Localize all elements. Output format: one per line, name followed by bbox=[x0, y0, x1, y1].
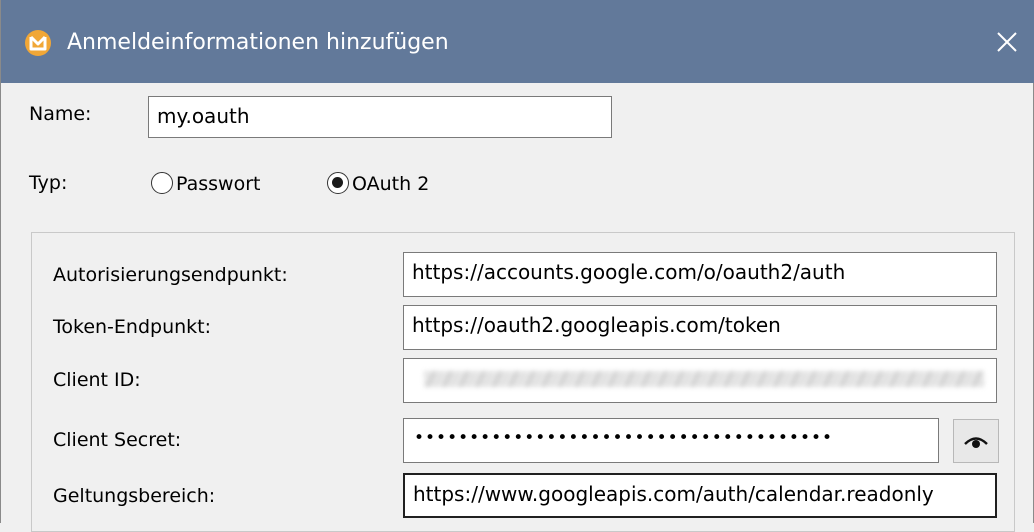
client-secret-input[interactable]: •••••••••••••••••••••••••••••••••••••• bbox=[403, 418, 939, 463]
auth-endpoint-label: Autorisierungsendpunkt: bbox=[53, 264, 288, 286]
show-secret-button[interactable] bbox=[953, 419, 999, 463]
close-button[interactable] bbox=[987, 22, 1027, 62]
altova-app-icon bbox=[25, 30, 51, 56]
client-secret-label: Client Secret: bbox=[53, 429, 182, 451]
name-input[interactable]: my.oauth bbox=[148, 96, 612, 138]
blurred-client-id bbox=[424, 371, 984, 387]
scope-input[interactable]: https://www.googleapis.com/auth/calendar… bbox=[403, 473, 997, 518]
client-id-input[interactable] bbox=[403, 358, 997, 403]
radio-password[interactable] bbox=[151, 172, 173, 194]
radio-password-label[interactable]: Passwort bbox=[176, 171, 260, 197]
token-endpoint-label: Token-Endpunkt: bbox=[53, 316, 212, 338]
type-label: Typ: bbox=[29, 172, 68, 194]
radio-oauth2-label[interactable]: OAuth 2 bbox=[352, 171, 429, 197]
token-endpoint-input[interactable]: https://oauth2.googleapis.com/token bbox=[403, 305, 997, 350]
radio-oauth2[interactable] bbox=[327, 172, 349, 194]
auth-endpoint-input[interactable]: https://accounts.google.com/o/oauth2/aut… bbox=[403, 252, 997, 297]
title-bar: Anmeldeinformationen hinzufügen bbox=[1, 0, 1034, 83]
name-label: Name: bbox=[29, 103, 92, 125]
scope-label: Geltungsbereich: bbox=[53, 485, 216, 507]
window-title: Anmeldeinformationen hinzufügen bbox=[67, 30, 449, 55]
close-icon bbox=[997, 32, 1017, 52]
client-id-label: Client ID: bbox=[53, 369, 141, 391]
eye-icon bbox=[964, 437, 988, 448]
add-credentials-dialog: Anmeldeinformationen hinzufügen Name: my… bbox=[0, 0, 1034, 532]
